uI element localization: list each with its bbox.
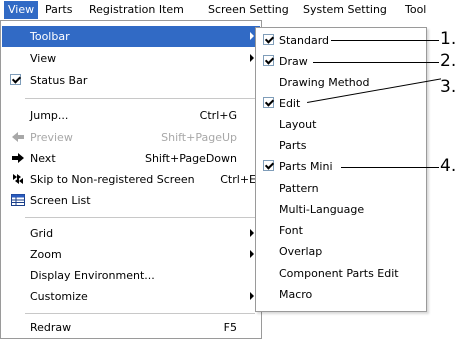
menu-view[interactable]: View: [4, 1, 39, 19]
menu-item-toolbar[interactable]: Toolbar: [2, 26, 260, 47]
shortcut-label: Shift+PageUp: [161, 131, 237, 144]
menu-parts[interactable]: Parts: [45, 3, 72, 17]
submenu-item-label: Layout: [279, 118, 317, 131]
submenu-item-label: Pattern: [279, 182, 319, 195]
view-menu: Toolbar View Status Bar Jump... Ctrl+G P…: [0, 20, 262, 339]
menu-item-redraw[interactable]: Redraw F5: [2, 317, 260, 338]
submenu-arrow-icon: [250, 229, 254, 237]
callout-number-2: 2.: [440, 51, 455, 71]
arrow-left-icon: [12, 132, 24, 142]
menu-item-label: Skip to Non-registered Screen: [30, 173, 195, 186]
callout-number-3: 3.: [440, 77, 455, 97]
menu-separator: [25, 98, 255, 99]
submenu-item-label: Component Parts Edit: [279, 267, 399, 280]
menu-item-screen-list[interactable]: Screen List: [2, 190, 260, 211]
submenu-item-label: Standard: [279, 34, 330, 47]
callout-line-2: [313, 62, 439, 63]
submenu-item-label: Parts Mini: [279, 160, 333, 173]
submenu-item-label: Overlap: [279, 245, 323, 258]
menu-item-next[interactable]: Next Shift+PageDown: [2, 148, 260, 169]
menu-item-label: Next: [30, 152, 56, 165]
menu-item-skip[interactable]: Skip to Non-registered Screen Ctrl+E: [2, 169, 260, 190]
toolbar-submenu: Standard Draw Drawing Method Edit Layout…: [255, 27, 427, 312]
callout-line-1: [331, 40, 439, 41]
toolbar-item-overlap[interactable]: Overlap: [257, 241, 425, 262]
checkbox-checked-icon: [263, 55, 274, 66]
menu-item-status-bar[interactable]: Status Bar: [2, 70, 260, 91]
submenu-arrow-icon: [250, 32, 254, 40]
toolbar-item-component-parts-edit[interactable]: Component Parts Edit: [257, 263, 425, 284]
menu-item-label: Customize: [30, 290, 88, 303]
menu-item-label: Grid: [30, 227, 54, 240]
menu-item-display-environment[interactable]: Display Environment...: [2, 265, 260, 286]
toolbar-item-multi-language[interactable]: Multi-Language: [257, 199, 425, 220]
submenu-item-label: Multi-Language: [279, 203, 365, 216]
submenu-arrow-icon: [250, 250, 254, 258]
menu-separator: [25, 313, 255, 314]
menu-item-label: Screen List: [30, 194, 91, 207]
menu-item-label: Display Environment...: [30, 269, 155, 282]
submenu-item-label: Draw: [279, 55, 308, 68]
menu-item-label: Preview: [30, 131, 73, 144]
submenu-arrow-icon: [250, 54, 254, 62]
checkbox-checked-icon: [263, 97, 274, 108]
submenu-item-label: Drawing Method: [279, 76, 370, 89]
toolbar-item-macro[interactable]: Macro: [257, 284, 425, 305]
toolbar-item-drawing-method[interactable]: Drawing Method: [257, 72, 425, 93]
menu-item-preview[interactable]: Preview Shift+PageUp: [2, 127, 260, 148]
toolbar-item-font[interactable]: Font: [257, 220, 425, 241]
submenu-item-label: Macro: [279, 288, 313, 301]
toolbar-item-layout[interactable]: Layout: [257, 114, 425, 135]
submenu-item-label: Parts: [279, 139, 307, 152]
toolbar-item-parts[interactable]: Parts: [257, 135, 425, 156]
skip-arrows-icon: [13, 174, 23, 184]
menu-tool[interactable]: Tool: [405, 3, 426, 17]
shortcut-label: Shift+PageDown: [144, 152, 237, 165]
callout-number-4: 4.: [440, 156, 455, 176]
menu-item-label: Redraw: [30, 321, 72, 334]
submenu-item-label: Font: [279, 224, 303, 237]
checkbox-checked-icon: [263, 34, 274, 45]
screen-list-icon: [11, 194, 25, 206]
menu-separator: [25, 217, 255, 218]
menu-screen-setting[interactable]: Screen Setting: [208, 3, 289, 17]
shortcut-label: Ctrl+E: [220, 173, 256, 186]
submenu-item-label: Edit: [279, 97, 301, 110]
menu-bar: View Parts Registration Item Screen Sett…: [0, 0, 455, 20]
shortcut-label: Ctrl+G: [199, 109, 237, 122]
menu-system-setting[interactable]: System Setting: [303, 3, 387, 17]
menu-item-zoom[interactable]: Zoom: [2, 244, 260, 265]
menu-item-customize[interactable]: Customize: [2, 286, 260, 307]
menu-item-label: Jump...: [30, 109, 69, 122]
arrow-right-icon: [12, 153, 24, 163]
menu-item-grid[interactable]: Grid: [2, 223, 260, 244]
checkbox-checked-icon: [263, 160, 274, 171]
callout-line-4: [341, 167, 439, 168]
checkbox-checked-icon: [10, 74, 21, 85]
menu-item-label: Toolbar: [30, 30, 70, 43]
callout-number-1: 1.: [440, 29, 455, 49]
menu-item-label: Zoom: [30, 248, 62, 261]
submenu-arrow-icon: [250, 292, 254, 300]
menu-item-jump[interactable]: Jump... Ctrl+G: [2, 105, 260, 126]
menu-item-label: View: [30, 52, 57, 65]
menu-item-view[interactable]: View: [2, 48, 260, 69]
menu-registration-item[interactable]: Registration Item: [89, 3, 184, 17]
toolbar-item-pattern[interactable]: Pattern: [257, 178, 425, 199]
menu-item-label: Status Bar: [30, 74, 88, 87]
shortcut-label: F5: [223, 321, 237, 334]
